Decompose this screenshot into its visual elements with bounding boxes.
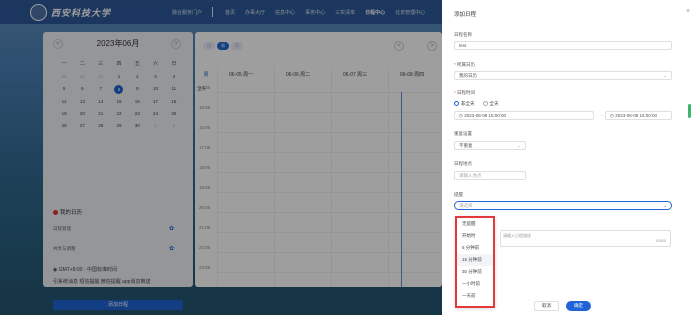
confirm-button[interactable]: 确定: [566, 301, 591, 311]
remind-option[interactable]: 15 分钟前: [457, 254, 493, 266]
remind-option[interactable]: 5 分钟前: [457, 242, 493, 254]
end-time-input[interactable]: ◷ 2023-06-08 16:00:00: [605, 111, 672, 120]
calendar-label: * 所属日历: [454, 62, 476, 67]
radio-label: 全天: [489, 101, 499, 106]
drawer-scrollbar[interactable]: [688, 104, 691, 118]
time-label-text: 日程时间: [457, 90, 476, 95]
remind-option[interactable]: 无提醒: [457, 218, 493, 230]
start-time-value: 2023-06-08 15:00:00: [464, 113, 506, 118]
remind-label: 提醒: [454, 192, 463, 197]
remind-select[interactable]: 请选择 ⌄: [454, 201, 672, 210]
location-label: 日程地点: [454, 161, 472, 166]
name-input[interactable]: test: [454, 41, 672, 50]
name-label: 日程名称: [454, 32, 472, 37]
start-time-input[interactable]: ◷ 2023-06-08 15:00:00: [454, 111, 594, 120]
calendar-label-text: 所属日历: [457, 62, 476, 67]
radio-not-allday[interactable]: 非全天: [454, 101, 475, 107]
drawer-title: 添加日程: [454, 12, 477, 18]
repeat-label: 重复设置: [454, 131, 472, 136]
radio-allday[interactable]: 全天: [482, 101, 499, 107]
calendar-select[interactable]: 我的日历 ⌄: [454, 71, 672, 80]
range-separator: -: [601, 113, 603, 119]
char-count: 0/500: [655, 238, 666, 243]
time-label: * 日程时间: [454, 90, 476, 95]
cancel-button[interactable]: 取消: [534, 301, 559, 311]
description-placeholder: 请输入日程描述: [503, 233, 531, 238]
repeat-select-value: 不重复: [459, 143, 473, 148]
chevron-down-icon: ⌄: [517, 143, 521, 148]
remind-option[interactable]: 一天前: [457, 290, 493, 302]
radio-label: 非全天: [461, 101, 475, 106]
radio-icon: [454, 101, 459, 107]
close-icon[interactable]: ×: [686, 8, 690, 15]
remind-option[interactable]: 开始时: [457, 230, 493, 242]
radio-icon: [482, 101, 488, 107]
calendar-select-value: 我的日历: [459, 73, 477, 78]
remind-placeholder: 请选择: [459, 203, 473, 208]
chevron-down-icon: ⌄: [663, 73, 667, 78]
allday-radio-group: 非全天 全天: [454, 101, 499, 107]
remind-dropdown: 无提醒 开始时 5 分钟前 15 分钟前 30 分钟前 一小时前 一天前: [455, 216, 495, 308]
description-textarea[interactable]: 请输入日程描述 0/500: [500, 230, 671, 247]
chevron-down-icon: ⌄: [663, 203, 667, 208]
end-time-value: 2023-06-08 16:00:00: [615, 113, 657, 118]
remind-option[interactable]: 一小时前: [457, 278, 493, 290]
repeat-select[interactable]: 不重复 ⌄: [454, 141, 526, 150]
remind-option[interactable]: 30 分钟前: [457, 266, 493, 278]
location-input[interactable]: 请输入地点: [454, 171, 526, 180]
